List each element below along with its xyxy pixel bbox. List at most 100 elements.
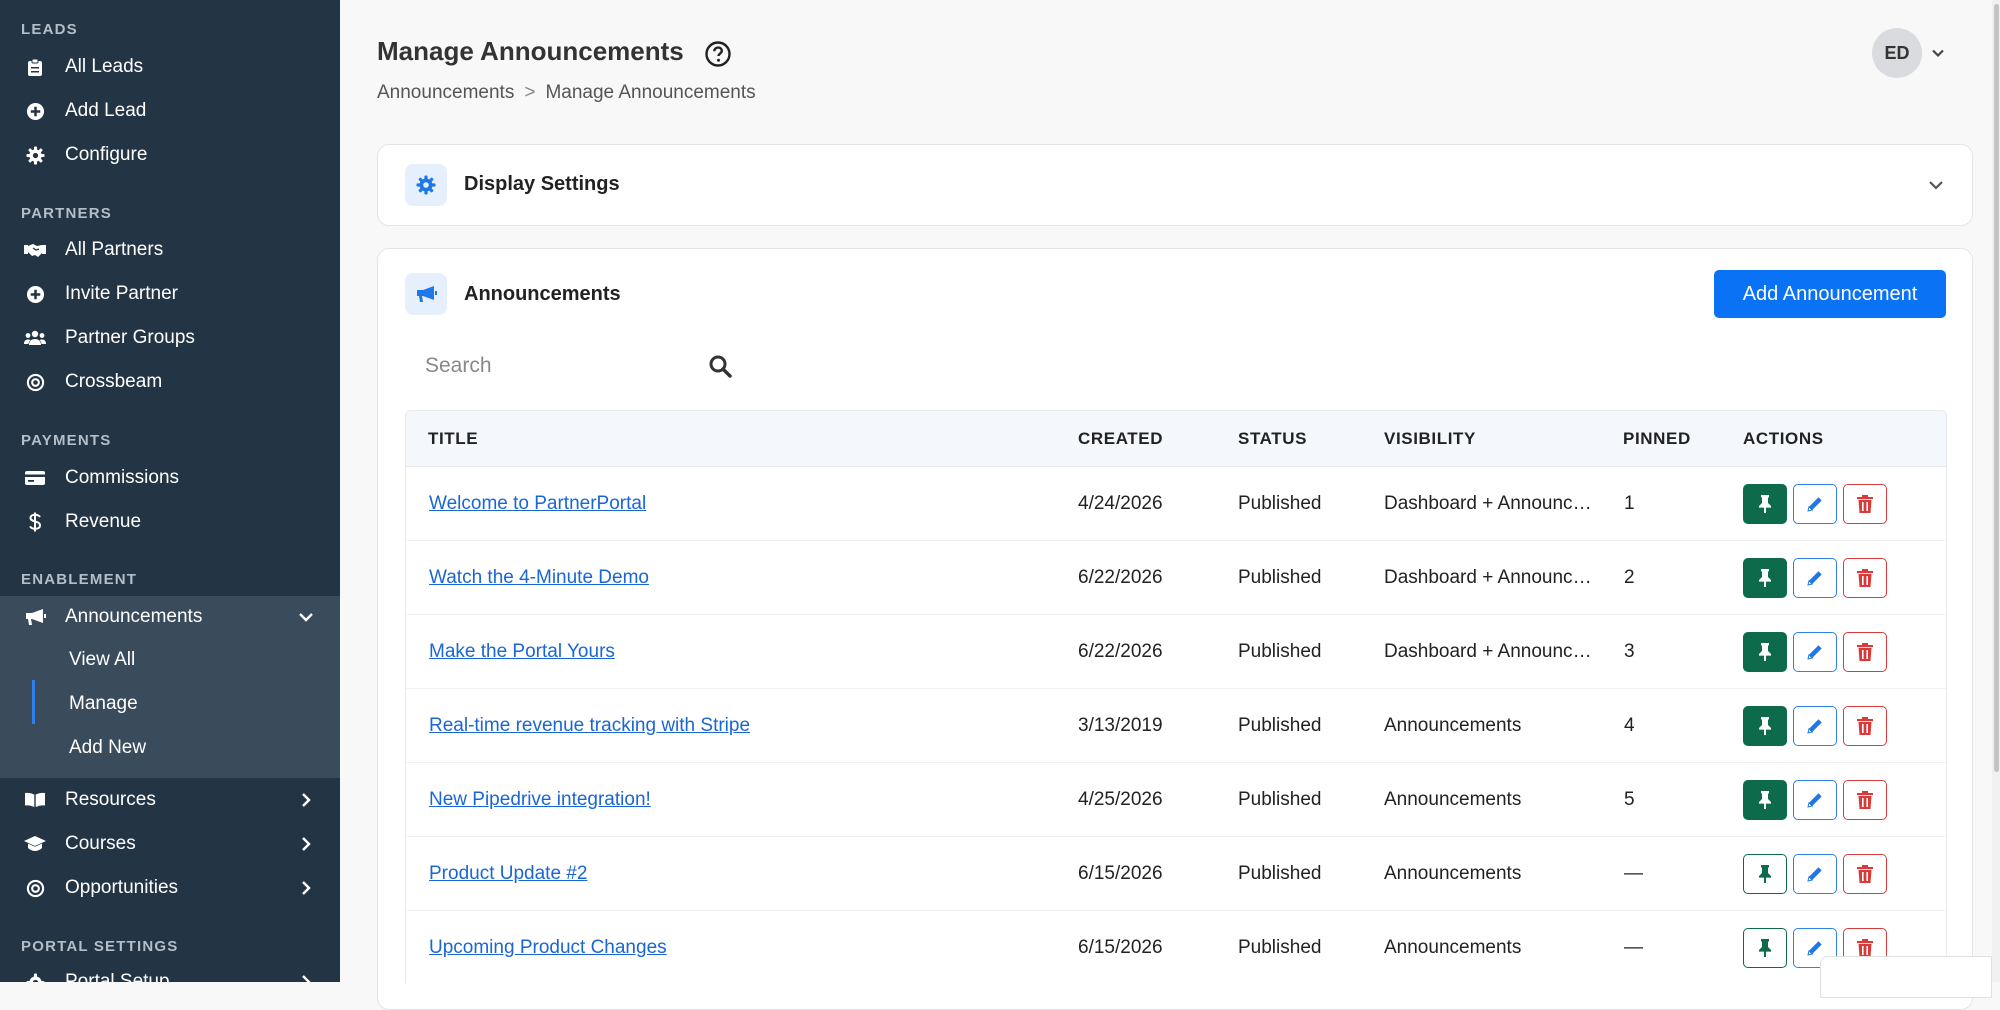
chevron-down-icon[interactable]	[1928, 43, 1948, 63]
breadcrumb: Announcements > Manage Announcements	[377, 82, 756, 104]
trash-icon	[1856, 938, 1874, 958]
announcement-title-link[interactable]: Product Update #2	[429, 863, 587, 884]
edit-button[interactable]	[1793, 484, 1837, 524]
pencil-icon	[1805, 790, 1825, 810]
sidebar-item-announcements[interactable]: Announcements	[0, 595, 340, 639]
table-row: Watch the 4-Minute Demo 6/22/2026 Publishe…	[406, 540, 1946, 615]
pin-icon	[1756, 494, 1774, 514]
cell-visibility: Announcements	[1384, 789, 1522, 810]
pencil-icon	[1805, 568, 1825, 588]
pin-icon	[1756, 790, 1774, 810]
chevron-down-icon[interactable]	[1925, 174, 1947, 196]
sidebar-item-all-partners[interactable]: All Partners	[0, 228, 340, 272]
delete-button[interactable]	[1843, 632, 1887, 672]
sidebar-item-invite-partner[interactable]: Invite Partner	[0, 272, 340, 316]
search-icon[interactable]	[708, 354, 732, 378]
announcement-title-link[interactable]: New Pipedrive integration!	[429, 789, 651, 810]
sidebar-item-label: Add Lead	[65, 100, 147, 121]
sidebar-item-all-leads[interactable]: All Leads	[0, 45, 340, 89]
sidebar-item-commissions[interactable]: Commissions	[0, 456, 340, 500]
table-header: TITLE CREATED STATUS VISIBILITY PINNED A…	[406, 411, 1946, 467]
target-icon	[24, 371, 46, 393]
sidebar-item-label: Invite Partner	[65, 283, 178, 304]
delete-button[interactable]	[1843, 780, 1887, 820]
sidebar-item-add-lead[interactable]: Add Lead	[0, 89, 340, 133]
breadcrumb-link-announcements[interactable]: Announcements	[377, 82, 514, 104]
pin-button[interactable]	[1743, 558, 1787, 598]
pin-button[interactable]	[1743, 484, 1787, 524]
avatar[interactable]: ED	[1872, 28, 1922, 78]
pin-button[interactable]	[1743, 854, 1787, 894]
delete-button[interactable]	[1843, 854, 1887, 894]
trash-icon	[1856, 494, 1874, 514]
sidebar-item-resources[interactable]: Resources	[0, 778, 340, 822]
delete-button[interactable]	[1843, 484, 1887, 524]
column-header-actions: ACTIONS	[1743, 429, 1824, 448]
chevron-right-icon	[296, 790, 316, 810]
sidebar-item-label: Partner Groups	[65, 327, 195, 348]
announcement-title-link[interactable]: Make the Portal Yours	[429, 641, 615, 662]
breadcrumb-separator: >	[524, 82, 536, 103]
sidebar-subitem-view-all[interactable]: View All	[0, 638, 340, 682]
gear-icon	[24, 144, 46, 166]
pin-button[interactable]	[1743, 928, 1787, 968]
announcement-title-link[interactable]: Real-time revenue tracking with Stripe	[429, 715, 750, 736]
column-header-status[interactable]: STATUS	[1238, 429, 1307, 449]
display-settings-card[interactable]: Display Settings	[377, 144, 1973, 226]
sidebar-item-portal-setup[interactable]: Portal Setup	[0, 960, 340, 982]
pencil-icon	[1805, 642, 1825, 662]
section-title-partners: PARTNERS	[21, 205, 112, 222]
dollar-icon	[24, 511, 46, 533]
sidebar-item-configure[interactable]: Configure	[0, 133, 340, 177]
edit-button[interactable]	[1793, 706, 1837, 746]
sidebar-subitem-add-new[interactable]: Add New	[0, 726, 340, 770]
column-header-created[interactable]: CREATED	[1078, 429, 1163, 449]
cell-pinned: —	[1624, 937, 1643, 958]
sidebar-item-opportunities[interactable]: Opportunities	[0, 866, 340, 910]
cell-created: 4/25/2026	[1078, 789, 1163, 810]
cell-pinned: 3	[1624, 641, 1635, 662]
sidebar-subitem-manage[interactable]: Manage	[0, 682, 340, 726]
delete-button[interactable]	[1843, 706, 1887, 746]
pin-icon	[1756, 642, 1774, 662]
announcement-title-link[interactable]: Upcoming Product Changes	[429, 937, 667, 958]
delete-button[interactable]	[1843, 558, 1887, 598]
section-title-payments: PAYMENTS	[21, 432, 112, 449]
edit-button[interactable]	[1793, 558, 1837, 598]
megaphone-icon	[24, 606, 46, 628]
breadcrumb-current: Manage Announcements	[545, 82, 756, 103]
sidebar-item-crossbeam[interactable]: Crossbeam	[0, 360, 340, 404]
edit-button[interactable]	[1793, 854, 1837, 894]
help-icon[interactable]	[704, 40, 732, 68]
column-header-title[interactable]: TITLE	[428, 429, 478, 449]
cell-pinned: 2	[1624, 567, 1635, 588]
cell-title: Product Update #2	[429, 863, 587, 885]
sidebar-item-courses[interactable]: Courses	[0, 822, 340, 866]
scrollbar-thumb[interactable]	[1994, 4, 1999, 772]
cell-created: 6/22/2026	[1078, 641, 1163, 662]
search-input[interactable]	[405, 348, 735, 384]
sidebar-item-partner-groups[interactable]: Partner Groups	[0, 316, 340, 360]
trash-icon	[1856, 642, 1874, 662]
edit-button[interactable]	[1793, 632, 1837, 672]
edit-button[interactable]	[1793, 780, 1837, 820]
floating-widget[interactable]	[1820, 956, 1992, 998]
section-title-leads: LEADS	[21, 21, 78, 38]
sidebar-subitem-label: Add New	[69, 737, 147, 758]
chevron-right-icon	[296, 878, 316, 898]
pin-button[interactable]	[1743, 632, 1787, 672]
cell-visibility: Announcements	[1384, 715, 1522, 736]
cell-status: Published	[1238, 937, 1322, 958]
column-header-visibility[interactable]: VISIBILITY	[1384, 429, 1476, 449]
graduation-cap-icon	[24, 833, 46, 855]
announcement-title-link[interactable]: Watch the 4-Minute Demo	[429, 567, 649, 588]
pin-button[interactable]	[1743, 780, 1787, 820]
pin-button[interactable]	[1743, 706, 1787, 746]
add-announcement-button[interactable]: Add Announcement	[1714, 270, 1946, 318]
announcement-title-link[interactable]: Welcome to PartnerPortal	[429, 493, 646, 514]
pencil-icon	[1805, 938, 1825, 958]
column-header-pinned[interactable]: PINNED	[1623, 429, 1691, 449]
table-row: Upcoming Product Changes 6/15/2026 Publish…	[406, 910, 1946, 983]
sidebar-item-revenue[interactable]: Revenue	[0, 500, 340, 544]
cell-status: Published	[1238, 863, 1322, 884]
